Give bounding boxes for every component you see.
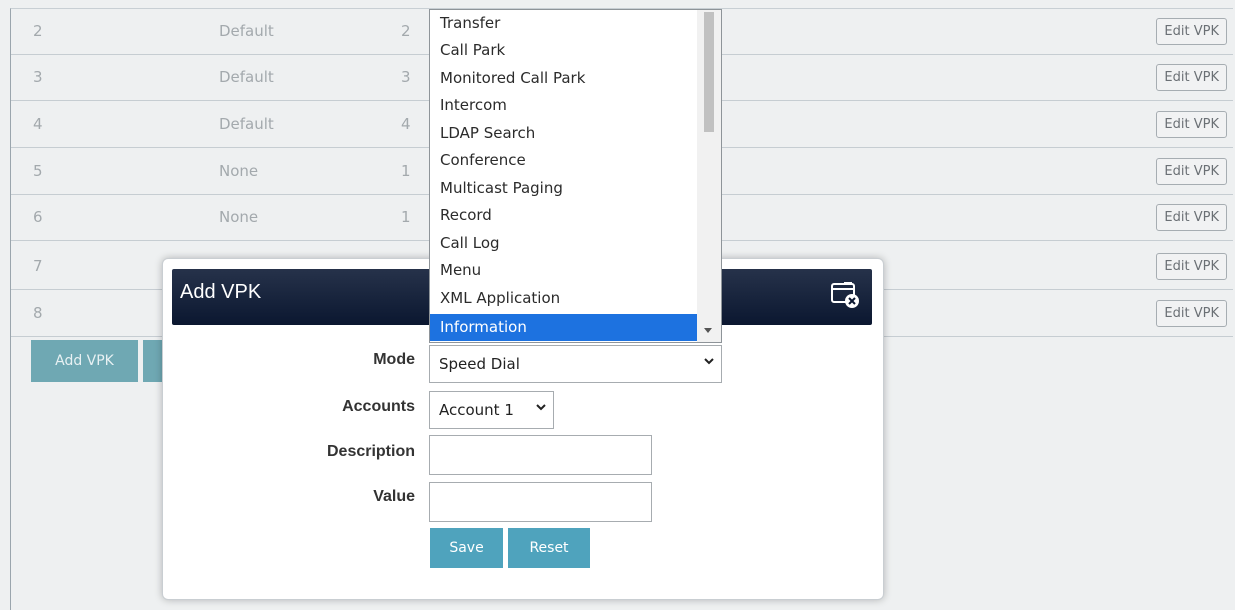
row-index: 4 xyxy=(33,115,43,133)
edit-vpk-button[interactable]: Edit VPK xyxy=(1156,300,1227,327)
row-account: 4 xyxy=(401,115,411,133)
value-field[interactable] xyxy=(429,482,652,522)
accounts-label: Accounts xyxy=(342,398,415,415)
mode-select[interactable]: Speed Dial xyxy=(429,345,722,383)
accounts-select-value: Account 1 xyxy=(439,401,514,419)
window-close-icon[interactable] xyxy=(830,281,860,309)
dropdown-option[interactable]: Call Park xyxy=(430,37,697,64)
row-account: 2 xyxy=(401,22,411,40)
edit-vpk-button[interactable]: Edit VPK xyxy=(1156,64,1227,91)
edit-vpk-button[interactable]: Edit VPK xyxy=(1156,204,1227,231)
save-button[interactable]: Save xyxy=(430,528,503,568)
row-index: 2 xyxy=(33,22,43,40)
row-account: 1 xyxy=(401,208,411,226)
edit-vpk-button[interactable]: Edit VPK xyxy=(1156,18,1227,45)
dropdown-option[interactable]: Record xyxy=(430,202,697,229)
dropdown-option[interactable]: LDAP Search xyxy=(430,120,697,147)
reset-button[interactable]: Reset xyxy=(508,528,590,568)
description-label: Description xyxy=(326,443,415,460)
dropdown-option[interactable]: Multicast Paging xyxy=(430,175,697,202)
row-index: 3 xyxy=(33,68,43,86)
dropdown-option[interactable]: Menu xyxy=(430,257,697,284)
row-index: 5 xyxy=(33,162,43,180)
edit-vpk-button[interactable]: Edit VPK xyxy=(1156,158,1227,185)
row-index: 6 xyxy=(33,208,43,226)
dropdown-option-selected[interactable]: Information xyxy=(430,314,697,341)
mode-label: Mode xyxy=(373,351,415,368)
description-field[interactable] xyxy=(429,435,652,475)
dropdown-option[interactable]: XML Application xyxy=(430,285,697,312)
add-vpk-button[interactable]: Add VPK xyxy=(31,340,138,382)
row-type: Default xyxy=(219,115,274,133)
dropdown-option[interactable]: Call Log xyxy=(430,230,697,257)
dropdown-option[interactable]: Conference xyxy=(430,147,697,174)
mode-select-value: Speed Dial xyxy=(439,355,520,373)
row-account: 3 xyxy=(401,68,411,86)
row-index: 7 xyxy=(33,257,43,275)
value-label: Value xyxy=(373,488,415,505)
scroll-down-arrow-icon[interactable] xyxy=(704,328,712,333)
row-type: None xyxy=(219,162,259,180)
scrollbar-thumb[interactable] xyxy=(704,12,714,132)
chevron-down-icon xyxy=(536,404,546,411)
accounts-select[interactable]: Account 1 xyxy=(429,391,554,429)
row-type: Default xyxy=(219,68,274,86)
chevron-down-icon xyxy=(704,358,714,365)
edit-vpk-button[interactable]: Edit VPK xyxy=(1156,253,1227,280)
edit-vpk-button[interactable]: Edit VPK xyxy=(1156,111,1227,138)
row-index: 8 xyxy=(33,304,43,322)
dropdown-option[interactable]: Intercom xyxy=(430,92,697,119)
mode-dropdown-list: Transfer Call Park Monitored Call Park I… xyxy=(429,9,722,343)
row-account: 1 xyxy=(401,162,411,180)
dropdown-option[interactable]: Monitored Call Park xyxy=(430,65,697,92)
row-type: Default xyxy=(219,22,274,40)
dropdown-option[interactable]: Transfer xyxy=(430,10,697,37)
row-type: None xyxy=(219,208,259,226)
dialog-title: Add VPK xyxy=(180,281,262,303)
dropdown-scrollbar[interactable] xyxy=(697,10,721,342)
